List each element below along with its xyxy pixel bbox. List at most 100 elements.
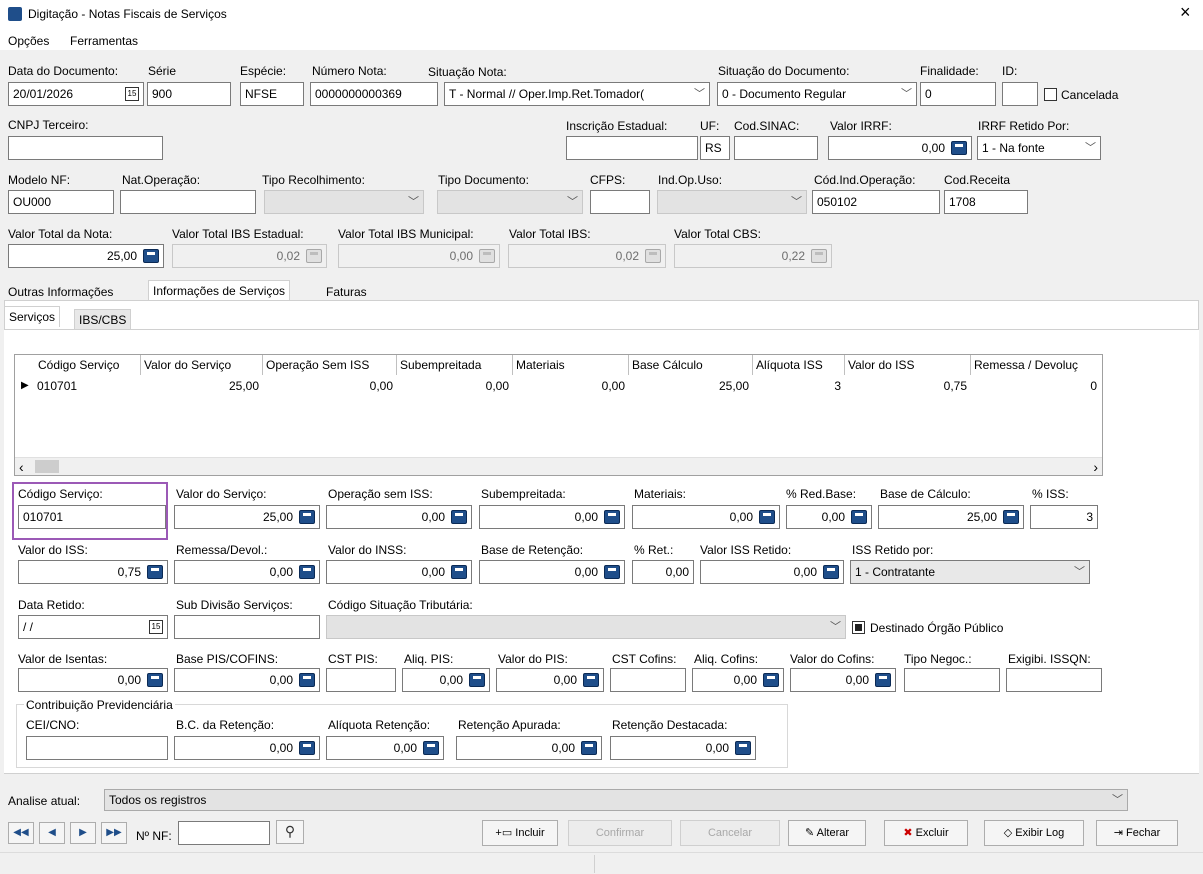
search-icon[interactable]: ⚲ <box>276 820 304 844</box>
tipo-recolhimento-select[interactable]: ﹀ <box>264 190 424 214</box>
base-retencao-input[interactable]: 0,00 <box>479 560 625 584</box>
tab-informacoes-servicos[interactable]: Informações de Serviços <box>148 280 291 301</box>
last-record-icon[interactable]: ▶▶ <box>101 822 127 844</box>
valor-total-nota-input[interactable]: 25,00 <box>8 244 164 268</box>
red-base-input[interactable]: 0,00 <box>786 505 872 529</box>
valor-pis-input[interactable]: 0,00 <box>496 668 604 692</box>
scroll-right-icon[interactable]: › <box>1093 459 1098 475</box>
base-calculo-input[interactable]: 25,00 <box>878 505 1024 529</box>
exigibi-issqn-input[interactable] <box>1006 668 1102 692</box>
incluir-button[interactable]: +▭ Incluir <box>482 820 558 846</box>
retencao-destacada-input[interactable]: 0,00 <box>610 736 756 760</box>
calculator-icon[interactable] <box>469 673 485 687</box>
grid-header[interactable]: Remessa / Devoluç <box>971 355 1101 375</box>
aliquota-retencao-input[interactable]: 0,00 <box>326 736 444 760</box>
aliq-cofins-input[interactable]: 0,00 <box>692 668 784 692</box>
calculator-icon[interactable] <box>951 141 967 155</box>
tab-outras-informacoes[interactable]: Outras Informações <box>4 282 117 302</box>
cod-sinac-input[interactable] <box>734 136 818 160</box>
iss-retido-por-select[interactable]: 1 - Contratante ﹀ <box>850 560 1090 584</box>
cei-cno-input[interactable] <box>26 736 168 760</box>
calculator-icon[interactable] <box>583 673 599 687</box>
serie-input[interactable]: 900 <box>147 82 231 106</box>
first-record-icon[interactable]: ◀◀ <box>8 822 34 844</box>
calculator-icon[interactable] <box>851 510 867 524</box>
services-grid[interactable]: Código Serviço Valor do Serviço Operação… <box>14 354 1103 476</box>
prev-record-icon[interactable]: ◀ <box>39 822 65 844</box>
grid-cell[interactable]: 0,00 <box>602 377 625 395</box>
row-selector-icon[interactable]: ▶ <box>21 377 29 395</box>
destinado-orgao-checkbox[interactable] <box>852 621 865 634</box>
valor-total-ibs-input[interactable]: 0,02 <box>508 244 666 268</box>
analise-select[interactable]: Todos os registros ﹀ <box>104 789 1128 811</box>
exibir-log-button[interactable]: ◇ Exibir Log <box>984 820 1084 846</box>
fechar-button[interactable]: ⇥ Fechar <box>1096 820 1178 846</box>
valor-inss-input[interactable]: 0,00 <box>326 560 472 584</box>
menu-opcoes[interactable]: Opções <box>8 34 49 48</box>
pct-iss-input[interactable]: 3 <box>1030 505 1098 529</box>
scroll-left-icon[interactable]: ‹ <box>19 459 24 475</box>
ind-op-uso-select[interactable]: ﹀ <box>657 190 807 214</box>
valor-iss-retido-input[interactable]: 0,00 <box>700 560 844 584</box>
base-pis-cofins-input[interactable]: 0,00 <box>174 668 320 692</box>
codigo-servico-input[interactable]: 010701 <box>18 505 166 529</box>
calculator-icon[interactable] <box>143 249 159 263</box>
calculator-icon[interactable] <box>875 673 891 687</box>
calculator-icon[interactable] <box>147 673 163 687</box>
modelo-nf-input[interactable]: OU000 <box>8 190 114 214</box>
cancelar-button[interactable]: Cancelar <box>680 820 780 846</box>
uf-input[interactable]: RS <box>700 136 730 160</box>
cod-receita-input[interactable]: 1708 <box>944 190 1028 214</box>
cod-ind-operacao-input[interactable]: 050102 <box>812 190 940 214</box>
bc-retencao-input[interactable]: 0,00 <box>174 736 320 760</box>
close-icon[interactable]: × <box>1180 3 1191 21</box>
materiais-input[interactable]: 0,00 <box>632 505 780 529</box>
subempreitada-input[interactable]: 0,00 <box>479 505 625 529</box>
cod-sit-trib-select[interactable]: ﹀ <box>326 615 846 639</box>
calculator-icon[interactable] <box>759 510 775 524</box>
calculator-icon[interactable] <box>763 673 779 687</box>
irrf-retido-por-select[interactable]: 1 - Na fonte ﹀ <box>977 136 1101 160</box>
calculator-icon[interactable] <box>735 741 751 755</box>
cst-cofins-input[interactable] <box>610 668 686 692</box>
valor-servico-input[interactable]: 25,00 <box>174 505 320 529</box>
grid-header[interactable]: Código Serviço <box>35 355 141 375</box>
id-input[interactable] <box>1002 82 1038 106</box>
calculator-icon[interactable] <box>604 565 620 579</box>
grid-header[interactable]: Materiais <box>513 355 629 375</box>
subtab-servicos[interactable]: Serviços <box>4 306 61 327</box>
grid-cell[interactable]: 0,75 <box>944 377 967 395</box>
valor-iss-input[interactable]: 0,75 <box>18 560 168 584</box>
situacao-documento-select[interactable]: 0 - Documento Regular ﹀ <box>717 82 917 106</box>
calculator-icon[interactable] <box>147 565 163 579</box>
retencao-apurada-input[interactable]: 0,00 <box>456 736 602 760</box>
data-retido-input[interactable]: / /15 <box>18 615 168 639</box>
valor-total-ibs-municipal-input[interactable]: 0,00 <box>338 244 500 268</box>
numero-nota-input[interactable]: 0000000000369 <box>310 82 438 106</box>
calculator-icon[interactable] <box>581 741 597 755</box>
grid-cell[interactable]: 3 <box>834 377 841 395</box>
cst-pis-input[interactable] <box>326 668 396 692</box>
especie-input[interactable]: NFSE <box>240 82 304 106</box>
sub-divisao-input[interactable] <box>174 615 320 639</box>
grid-header[interactable]: Alíquota ISS <box>753 355 845 375</box>
grid-header[interactable]: Valor do Serviço <box>141 355 263 375</box>
grid-header[interactable]: Base Cálculo <box>629 355 753 375</box>
data-documento-input[interactable]: 20/01/2026 15 <box>8 82 144 106</box>
calculator-icon[interactable] <box>604 510 620 524</box>
next-record-icon[interactable]: ▶ <box>70 822 96 844</box>
confirmar-button[interactable]: Confirmar <box>568 820 672 846</box>
calculator-icon[interactable] <box>451 510 467 524</box>
calculator-icon[interactable] <box>1003 510 1019 524</box>
finalidade-input[interactable]: 0 <box>920 82 996 106</box>
grid-cell[interactable]: 25,00 <box>229 377 259 395</box>
calendar-icon[interactable]: 15 <box>149 620 163 634</box>
cnpj-terceiro-input[interactable] <box>8 136 163 160</box>
cancelada-checkbox[interactable] <box>1044 88 1057 101</box>
grid-header[interactable]: Subempreitada <box>397 355 513 375</box>
calculator-icon[interactable] <box>299 565 315 579</box>
inscricao-estadual-input[interactable] <box>566 136 698 160</box>
cfps-input[interactable] <box>590 190 650 214</box>
valor-total-cbs-input[interactable]: 0,22 <box>674 244 832 268</box>
remessa-devol-input[interactable]: 0,00 <box>174 560 320 584</box>
